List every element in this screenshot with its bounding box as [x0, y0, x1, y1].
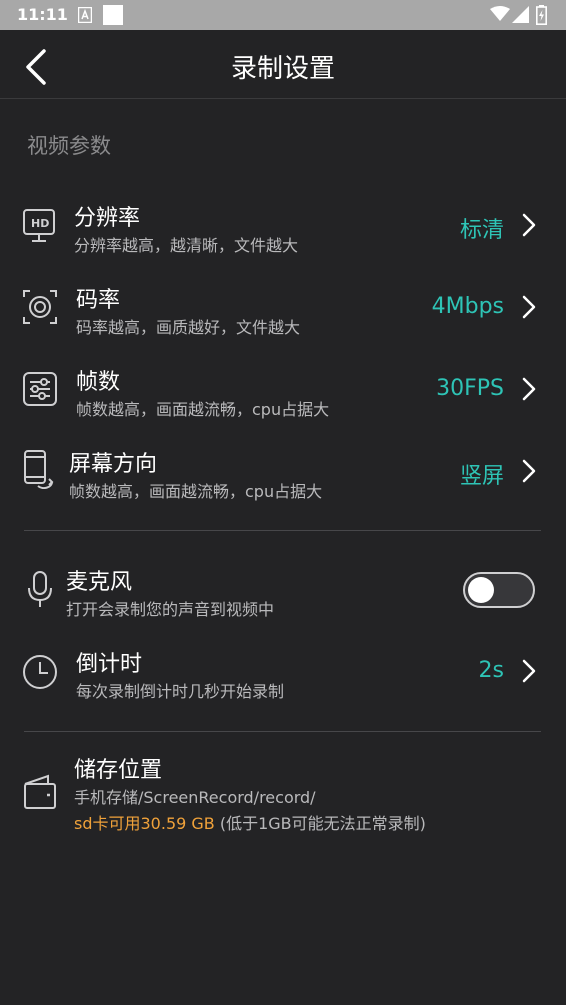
- battery-charging-icon: [536, 5, 547, 25]
- app-bar: 录制设置: [0, 30, 566, 99]
- chevron-right-icon: [522, 295, 536, 319]
- setting-value: 30FPS: [436, 376, 504, 401]
- setting-subtitle: 帧数越高，画面越流畅，cpu占据大: [69, 482, 323, 501]
- storage-available: sd卡可用30.59 GB: [74, 814, 215, 833]
- storage-availability: sd卡可用30.59 GB (低于1GB可能无法正常录制): [74, 810, 426, 834]
- setting-row-framerate[interactable]: 帧数 帧数越高，画面越流畅，cpu占据大 30FPS: [0, 364, 566, 438]
- toggle-knob: [468, 577, 494, 603]
- wifi-icon: [490, 6, 510, 21]
- setting-label: 麦克风: [66, 570, 133, 595]
- microphone-toggle[interactable]: [463, 572, 535, 608]
- notification-a-icon: [78, 7, 92, 23]
- setting-label: 倒计时: [76, 652, 143, 677]
- setting-subtitle: 打开会录制您的声音到视频中: [66, 600, 275, 619]
- setting-value: 竖屏: [459, 464, 504, 489]
- setting-subtitle: 分辨率越高，越清晰，文件越大: [74, 236, 299, 255]
- wallet-icon: [24, 774, 56, 809]
- svg-text:HD: HD: [31, 217, 49, 230]
- page-title: 录制设置: [230, 54, 335, 84]
- storage-path: 手机存储/ScreenRecord/record/: [74, 788, 316, 807]
- divider: [24, 530, 541, 531]
- setting-label: 屏幕方向: [69, 452, 158, 477]
- clock-icon: [23, 655, 57, 689]
- setting-value: 标清: [459, 218, 504, 243]
- setting-row-countdown[interactable]: 倒计时 每次录制倒计时几秒开始录制 2s: [0, 646, 566, 720]
- section-title-video-params: 视频参数: [27, 134, 111, 158]
- screen-rotation-icon: [24, 450, 54, 489]
- status-bar: 11:11: [0, 0, 566, 30]
- chevron-right-icon: [522, 659, 536, 683]
- setting-label: 分辨率: [74, 206, 141, 231]
- setting-label: 帧数: [76, 370, 121, 395]
- setting-value: 2s: [478, 658, 504, 683]
- signal-icon: [512, 6, 529, 23]
- camera-lens-icon: [23, 290, 57, 324]
- chevron-right-icon: [522, 213, 536, 237]
- microphone-icon: [28, 571, 52, 607]
- hd-monitor-icon: HD: [23, 209, 55, 242]
- setting-subtitle: 每次录制倒计时几秒开始录制: [76, 682, 285, 701]
- chevron-right-icon: [522, 377, 536, 401]
- sliders-icon: [23, 372, 57, 406]
- setting-row-bitrate[interactable]: 码率 码率越高，画质越好，文件越大 4Mbps: [0, 282, 566, 356]
- setting-row-microphone: 麦克风 打开会录制您的声音到视频中: [0, 564, 566, 638]
- setting-subtitle: 帧数越高，画面越流畅，cpu占据大: [76, 400, 330, 419]
- chevron-right-icon: [522, 459, 536, 483]
- setting-label: 码率: [76, 288, 121, 313]
- notification-square-icon: [103, 5, 123, 25]
- setting-row-resolution[interactable]: HD 分辨率 分辨率越高，越清晰，文件越大 标清: [0, 200, 566, 274]
- setting-subtitle: 码率越高，画质越好，文件越大: [76, 318, 301, 337]
- setting-value: 4Mbps: [431, 294, 504, 319]
- setting-row-orientation[interactable]: 屏幕方向 帧数越高，画面越流畅，cpu占据大 竖屏: [0, 446, 566, 520]
- storage-warning: (低于1GB可能无法正常录制): [214, 814, 426, 833]
- divider: [24, 731, 541, 732]
- setting-label: 储存位置: [74, 758, 163, 783]
- status-time: 11:11: [17, 5, 68, 24]
